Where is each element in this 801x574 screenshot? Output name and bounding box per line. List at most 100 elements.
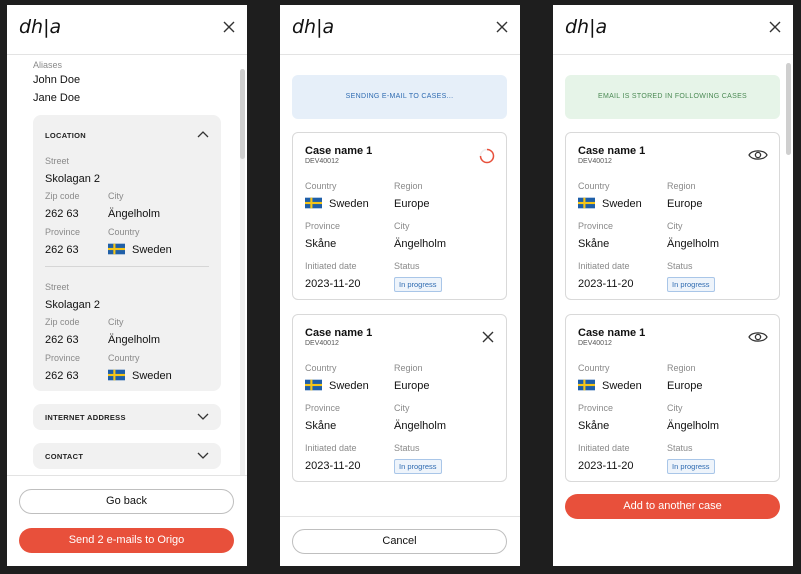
go-back-button[interactable]: Go back bbox=[19, 489, 234, 514]
case-card: Case name 1 DEV40012 Country Sweden Regio… bbox=[292, 314, 507, 482]
case-code: DEV40012 bbox=[305, 340, 339, 347]
sweden-flag-icon bbox=[578, 379, 595, 391]
internet-address-title: INTERNET ADDRESS bbox=[45, 413, 126, 422]
location-section: LOCATION Street Skolagan 2 Zip code 262 … bbox=[33, 115, 221, 391]
chevron-down-icon[interactable] bbox=[197, 452, 209, 460]
region-label: Region bbox=[667, 363, 696, 373]
scrollbar-thumb[interactable] bbox=[786, 63, 791, 155]
region-label: Region bbox=[394, 363, 423, 373]
case-code: DEV40012 bbox=[578, 158, 612, 165]
initiated-date-field: Initiated date 2023-11-20 bbox=[305, 443, 360, 474]
province-label: Province bbox=[578, 221, 614, 231]
province-value: Skåne bbox=[578, 420, 610, 432]
cancel-button[interactable]: Cancel bbox=[292, 529, 507, 554]
app-logo: dh|a bbox=[19, 16, 62, 38]
province-label: Province bbox=[578, 403, 614, 413]
alias-item: Jane Doe bbox=[33, 92, 81, 104]
alias-item: John Doe bbox=[33, 74, 81, 86]
city-value: Ängelholm bbox=[108, 208, 160, 220]
region-value: Europe bbox=[667, 198, 703, 210]
close-icon[interactable] bbox=[494, 19, 510, 35]
city-label: City bbox=[667, 221, 683, 231]
country-label: Country bbox=[578, 181, 610, 191]
sweden-flag-icon bbox=[305, 197, 322, 209]
country-value: Sweden bbox=[305, 379, 369, 392]
city-field: City Ängelholm bbox=[108, 317, 160, 348]
country-value: Sweden bbox=[578, 379, 642, 392]
sweden-flag-icon bbox=[108, 369, 125, 381]
sending-panel: dh|a SENDING E-MAIL TO CASES... Case nam… bbox=[280, 5, 520, 566]
province-label: Province bbox=[45, 227, 81, 237]
region-field: Region Europe bbox=[667, 363, 702, 394]
province-value: Skåne bbox=[305, 238, 337, 250]
case-card: Case name 1 DEV40012 Country Sweden Regio… bbox=[565, 314, 780, 482]
province-field: Province Skåne bbox=[578, 403, 613, 434]
province-value: Skåne bbox=[305, 420, 337, 432]
city-field: City Ängelholm bbox=[394, 221, 446, 252]
region-value: Europe bbox=[667, 380, 703, 392]
chevron-down-icon[interactable] bbox=[197, 413, 209, 421]
status-field: Status In progress bbox=[394, 443, 442, 474]
province-field: Province Skåne bbox=[578, 221, 613, 252]
province-label: Province bbox=[305, 221, 341, 231]
region-value: Europe bbox=[394, 198, 430, 210]
send-emails-button[interactable]: Send 2 e-mails to Origo bbox=[19, 528, 234, 553]
province-field: Province 262 63 bbox=[45, 227, 80, 258]
chevron-up-icon[interactable] bbox=[197, 130, 209, 138]
zip-value: 262 63 bbox=[45, 208, 79, 220]
street-label: Street bbox=[45, 156, 70, 166]
city-value: Ängelholm bbox=[667, 238, 719, 250]
initiated-date-value: 2023-11-20 bbox=[305, 460, 361, 472]
city-field: City Ängelholm bbox=[394, 403, 446, 434]
city-field: City Ängelholm bbox=[667, 403, 719, 434]
aliases-label: Aliases bbox=[33, 60, 63, 70]
status-badge: In progress bbox=[394, 459, 442, 474]
country-label: Country bbox=[305, 181, 337, 191]
initiated-date-field: Initiated date 2023-11-20 bbox=[305, 261, 360, 292]
city-value: Ängelholm bbox=[394, 420, 446, 432]
sweden-flag-icon bbox=[578, 197, 595, 209]
country-value: Sweden bbox=[578, 197, 642, 210]
close-icon[interactable] bbox=[480, 329, 496, 345]
region-field: Region Europe bbox=[394, 363, 429, 394]
country-field: Country Sweden bbox=[578, 363, 642, 394]
close-icon[interactable] bbox=[221, 19, 237, 35]
address-divider bbox=[45, 266, 209, 267]
status-field: Status In progress bbox=[667, 443, 715, 474]
zip-value: 262 63 bbox=[45, 334, 79, 346]
internet-address-section[interactable]: INTERNET ADDRESS bbox=[33, 404, 221, 430]
eye-icon[interactable] bbox=[748, 330, 768, 344]
country-field: Country Sweden bbox=[108, 227, 172, 258]
region-field: Region Europe bbox=[667, 181, 702, 212]
status-label: Status bbox=[667, 261, 693, 271]
region-label: Region bbox=[394, 181, 423, 191]
city-label: City bbox=[108, 317, 124, 327]
province-field: Province Skåne bbox=[305, 221, 340, 252]
case-card: Case name 1 DEV40012 Country Sweden Regio… bbox=[292, 132, 507, 300]
status-label: Status bbox=[394, 443, 420, 453]
city-field: City Ängelholm bbox=[667, 221, 719, 252]
province-field: Province 262 63 bbox=[45, 353, 80, 384]
zip-field: Zip code 262 63 bbox=[45, 191, 80, 222]
contact-detail-panel: dh|a Aliases John Doe Jane Doe LOCATION … bbox=[7, 5, 247, 566]
country-field: Country Sweden bbox=[578, 181, 642, 212]
contact-title: CONTACT bbox=[45, 452, 84, 461]
case-code: DEV40012 bbox=[578, 340, 612, 347]
panel-header: dh|a bbox=[553, 5, 793, 55]
country-value: Sweden bbox=[108, 243, 172, 256]
scrollbar-thumb[interactable] bbox=[240, 69, 245, 159]
city-label: City bbox=[394, 221, 410, 231]
add-to-another-case-button[interactable]: Add to another case bbox=[565, 494, 780, 519]
contact-section[interactable]: CONTACT bbox=[33, 443, 221, 469]
panel-header: dh|a bbox=[7, 5, 247, 55]
country-label: Country bbox=[305, 363, 337, 373]
eye-icon[interactable] bbox=[748, 148, 768, 162]
case-name: Case name 1 bbox=[305, 327, 373, 339]
zip-label: Zip code bbox=[45, 317, 80, 327]
detail-scroll-area[interactable]: Aliases John Doe Jane Doe LOCATION Stree… bbox=[7, 55, 247, 475]
city-value: Ängelholm bbox=[394, 238, 446, 250]
loading-spinner-icon bbox=[479, 148, 495, 164]
close-icon[interactable] bbox=[767, 19, 783, 35]
city-value: Ängelholm bbox=[108, 334, 160, 346]
country-value: Sweden bbox=[108, 369, 172, 382]
